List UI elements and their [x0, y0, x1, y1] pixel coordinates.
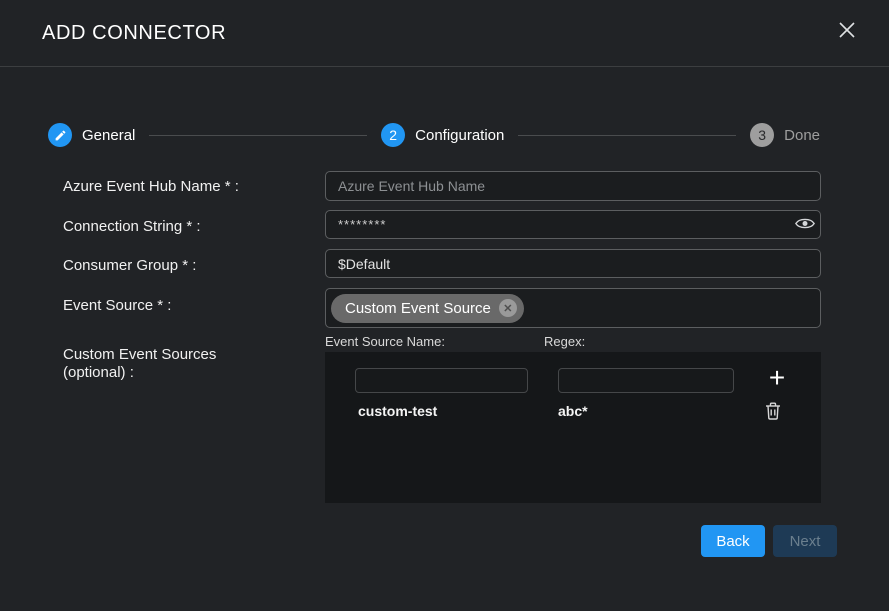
custom-sources-panel: + custom-test abc* — [325, 352, 821, 503]
column-header-name: Event Source Name: — [325, 334, 445, 349]
step-done-label: Done — [784, 127, 820, 144]
chip-label: Custom Event Source — [345, 300, 491, 317]
next-button[interactable]: Next — [773, 525, 837, 557]
event-hub-name-input[interactable] — [325, 171, 821, 201]
wizard-stepper: General 2 Configuration 3 Done — [48, 121, 820, 149]
add-source-icon[interactable]: + — [761, 363, 793, 395]
eye-icon[interactable] — [795, 216, 819, 232]
step-configuration[interactable]: 2 Configuration — [381, 123, 504, 147]
connection-string-input[interactable] — [325, 210, 821, 239]
stepper-connector — [518, 135, 736, 136]
step-general-label: General — [82, 127, 135, 144]
connection-string-label: Connection String * : — [63, 218, 201, 236]
step-general[interactable]: General — [48, 123, 135, 147]
new-source-regex-input[interactable] — [558, 368, 734, 393]
step-done[interactable]: 3 Done — [750, 123, 820, 147]
custom-sources-label-line2: (optional) : — [63, 364, 216, 382]
dialog-title: ADD CONNECTOR — [42, 22, 226, 45]
source-row-name: custom-test — [358, 403, 437, 419]
trash-icon[interactable] — [765, 402, 783, 420]
pencil-icon — [48, 123, 72, 147]
add-connector-dialog: ADD CONNECTOR General 2 Configuration 3 … — [0, 0, 889, 611]
step-3-badge: 3 — [750, 123, 774, 147]
back-button[interactable]: Back — [701, 525, 765, 557]
source-row-regex: abc* — [558, 403, 588, 419]
custom-sources-label: Custom Event Sources (optional) : — [63, 346, 216, 382]
step-2-badge: 2 — [381, 123, 405, 147]
new-source-name-input[interactable] — [355, 368, 528, 393]
consumer-group-input[interactable] — [325, 249, 821, 278]
event-source-input[interactable]: Custom Event Source ✕ — [325, 288, 821, 328]
event-source-label: Event Source * : — [63, 297, 171, 315]
step-configuration-label: Configuration — [415, 127, 504, 144]
event-source-chip[interactable]: Custom Event Source ✕ — [331, 294, 524, 323]
dialog-header: ADD CONNECTOR — [0, 0, 889, 67]
stepper-connector — [149, 135, 367, 136]
chip-remove-icon[interactable]: ✕ — [499, 299, 517, 317]
close-icon[interactable] — [835, 18, 859, 42]
custom-sources-label-line1: Custom Event Sources — [63, 346, 216, 364]
event-hub-name-label: Azure Event Hub Name * : — [63, 178, 239, 196]
consumer-group-label: Consumer Group * : — [63, 257, 196, 275]
column-header-regex: Regex: — [544, 334, 585, 349]
